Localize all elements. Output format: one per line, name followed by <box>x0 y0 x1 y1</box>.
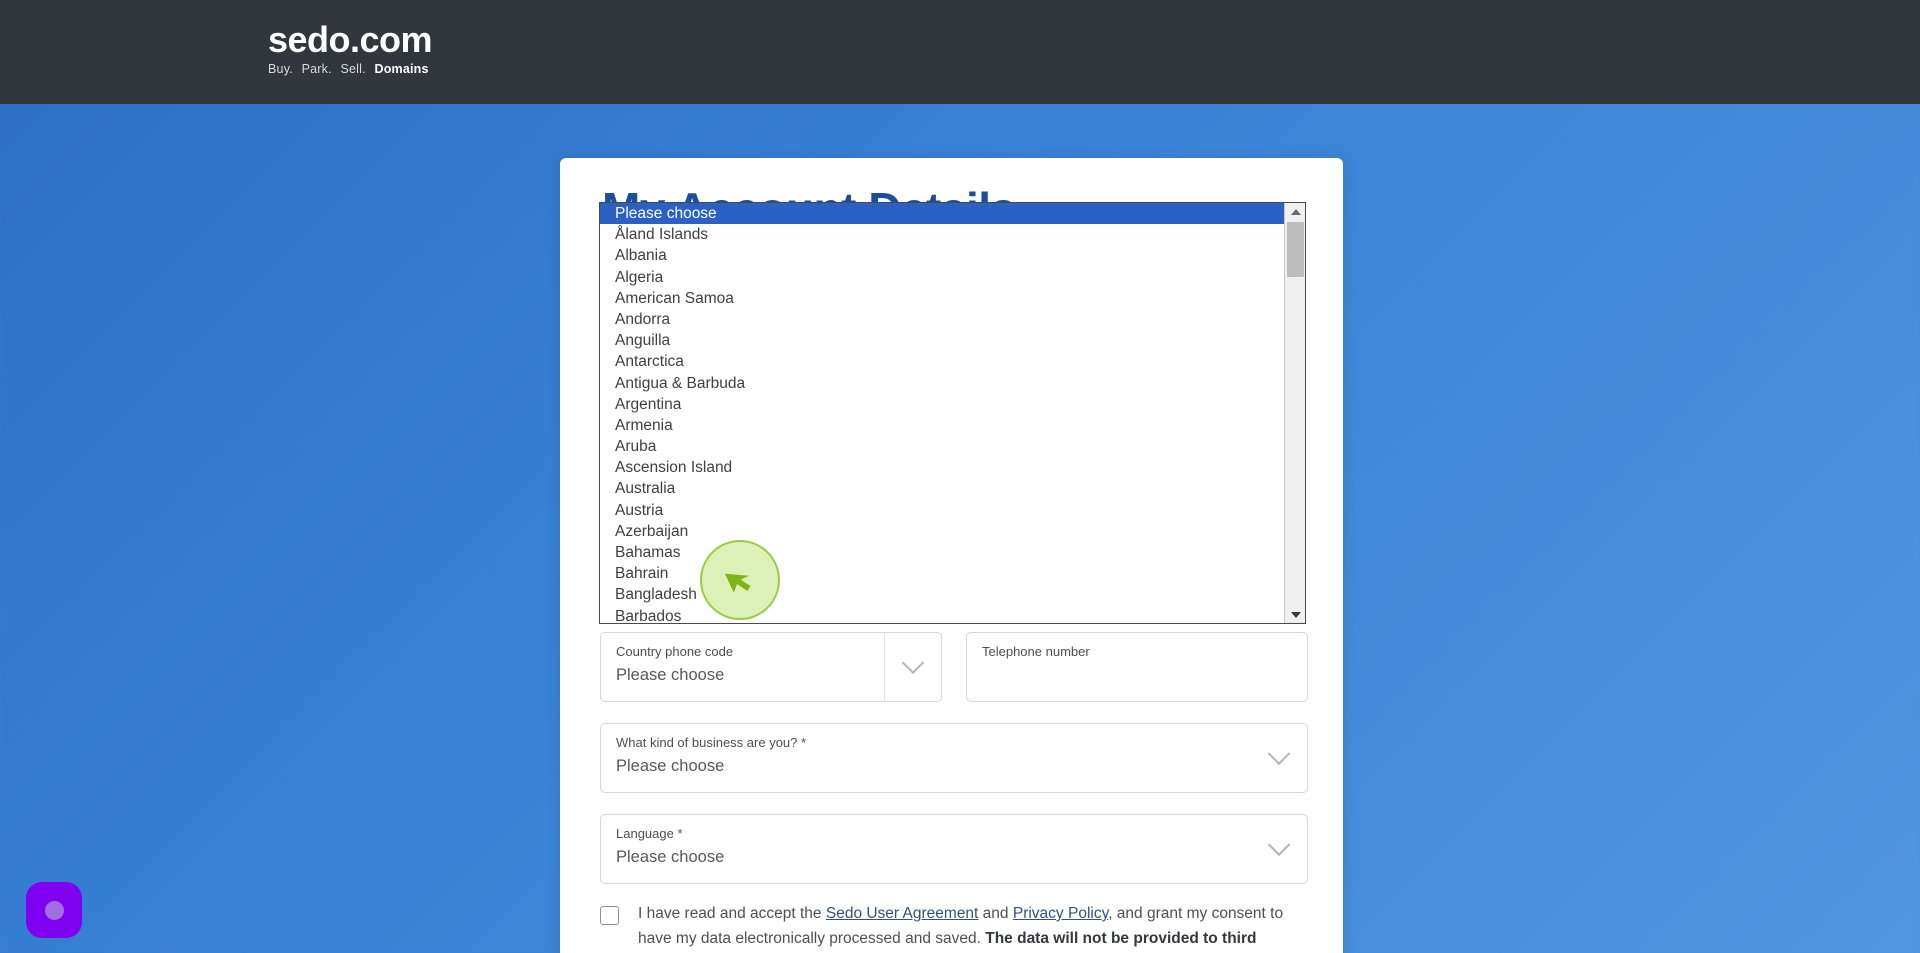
country-option[interactable]: American Samoa <box>600 288 1284 309</box>
site-header: sedo.com Buy. Park. Sell. Domains <box>0 0 1920 104</box>
country-option-list[interactable]: Please choose Åland Islands Albania Alge… <box>600 203 1284 623</box>
telephone-number-input[interactable]: Telephone number <box>966 632 1308 702</box>
country-phone-code-value: Please choose <box>616 666 725 684</box>
chevron-down-icon[interactable] <box>884 633 941 701</box>
dropdown-scrollbar[interactable] <box>1284 203 1305 623</box>
logo-tagline-park: Park. <box>301 62 332 76</box>
logo-tagline-buy: Buy. <box>268 62 293 76</box>
country-phone-code-select[interactable]: Country phone code Please choose <box>600 632 942 702</box>
country-option[interactable]: Albania <box>600 245 1284 266</box>
language-value: Please choose <box>616 848 725 866</box>
business-kind-value: Please choose <box>616 757 725 775</box>
cursor-highlight-marker <box>700 540 780 620</box>
country-option[interactable]: Bahamas <box>600 542 1284 563</box>
mouse-cursor-icon <box>724 573 751 593</box>
country-option[interactable]: Please choose <box>600 203 1284 225</box>
country-option[interactable]: Åland Islands <box>600 224 1284 245</box>
country-option[interactable]: Armenia <box>600 415 1284 436</box>
sedo-user-agreement-link[interactable]: Sedo User Agreement <box>826 905 979 922</box>
logo-tagline-sell: Sell. <box>340 62 366 76</box>
telephone-number-label: Telephone number <box>982 644 1090 659</box>
consent-checkbox[interactable] <box>600 906 619 925</box>
sedo-logo[interactable]: sedo.com Buy. Park. Sell. Domains <box>268 19 433 77</box>
privacy-policy-link[interactable]: Privacy Policy <box>1013 905 1108 922</box>
country-option[interactable]: Ascension Island <box>600 457 1284 478</box>
country-option[interactable]: Antigua & Barbuda <box>600 373 1284 394</box>
scroll-down-arrow-icon[interactable] <box>1285 606 1305 623</box>
consent-row: I have read and accept the Sedo User Agr… <box>600 901 1310 953</box>
country-phone-code-label: Country phone code <box>616 644 734 659</box>
country-option[interactable]: Aruba <box>600 436 1284 457</box>
logo-wordmark: sedo.com <box>268 19 433 60</box>
country-option[interactable]: Austria <box>600 500 1284 521</box>
country-option[interactable]: Argentina <box>600 394 1284 415</box>
country-option[interactable]: Antarctica <box>600 351 1284 372</box>
country-option[interactable]: Andorra <box>600 309 1284 330</box>
consent-text-part-2: and <box>978 905 1013 922</box>
language-select[interactable]: Language * Please choose <box>600 814 1308 884</box>
chat-widget-button[interactable] <box>26 882 82 938</box>
language-label: Language * <box>616 826 683 841</box>
country-option[interactable]: Azerbaijan <box>600 521 1284 542</box>
chevron-down-icon[interactable] <box>1250 815 1307 883</box>
country-option[interactable]: Anguilla <box>600 330 1284 351</box>
chat-widget-dot-icon <box>44 900 64 920</box>
chevron-down-icon[interactable] <box>1250 724 1307 792</box>
logo-tagline: Buy. Park. Sell. Domains <box>268 61 432 77</box>
business-kind-select[interactable]: What kind of business are you? * Please … <box>600 723 1308 793</box>
country-option[interactable]: Algeria <box>600 267 1284 288</box>
consent-text-part-1: I have read and accept the <box>638 905 826 922</box>
scrollbar-thumb[interactable] <box>1287 222 1304 277</box>
country-option[interactable]: Australia <box>600 478 1284 499</box>
scroll-up-arrow-icon[interactable] <box>1285 203 1305 220</box>
logo-tagline-domains: Domains <box>374 62 429 76</box>
country-option[interactable]: Barbados <box>600 606 1284 623</box>
business-kind-label: What kind of business are you? * <box>616 735 807 750</box>
consent-text: I have read and accept the Sedo User Agr… <box>638 901 1310 953</box>
